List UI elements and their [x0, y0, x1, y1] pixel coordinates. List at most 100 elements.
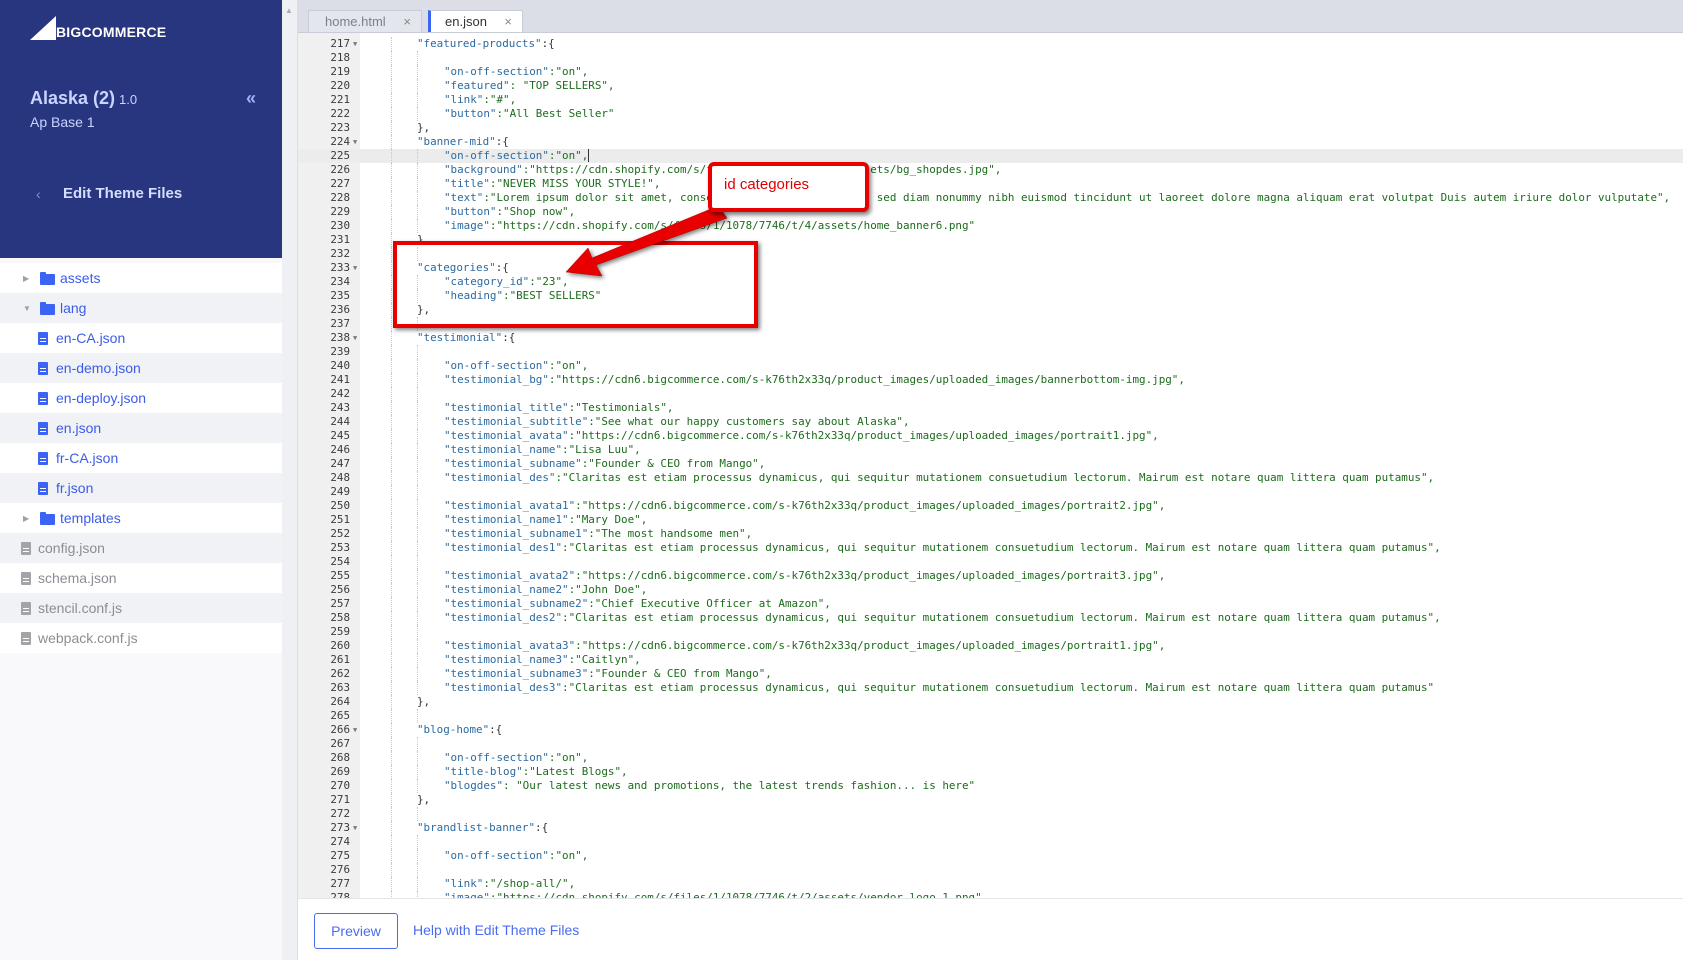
code-line[interactable]: 270 "blogdes": "Our latest news and promo… — [298, 779, 1683, 793]
code-line[interactable]: 255 "testimonial_avata2":"https://cdn6.bi… — [298, 569, 1683, 583]
code-line[interactable]: 254 — [298, 555, 1683, 569]
code-line[interactable]: 262 "testimonial_subname3":"Founder & CEO… — [298, 667, 1683, 681]
code-line[interactable]: 276 — [298, 863, 1683, 877]
code-line[interactable]: 218 — [298, 51, 1683, 65]
bigcommerce-logo[interactable]: BIGCOMMERCE — [30, 16, 190, 44]
code-line[interactable]: 274 — [298, 835, 1683, 849]
code-line[interactable]: 224 ▼ "banner-mid":{ — [298, 135, 1683, 149]
section-title[interactable]: Edit Theme Files — [63, 185, 182, 202]
line-number: 256 — [330, 583, 350, 596]
code-line[interactable]: 245 "testimonial_avata":"https://cdn6.big… — [298, 429, 1683, 443]
scroll-strip[interactable]: ▲ — [282, 0, 298, 960]
help-link[interactable]: Help with Edit Theme Files — [413, 922, 579, 938]
code-line[interactable]: 267 — [298, 737, 1683, 751]
fold-arrow-icon[interactable]: ▼ — [353, 331, 357, 345]
tree-item[interactable]: en-deploy.json — [0, 383, 282, 413]
fold-arrow-icon[interactable]: ▼ — [353, 261, 357, 275]
tree-item[interactable]: schema.json — [0, 563, 282, 593]
file-icon — [38, 362, 48, 375]
code-line[interactable]: 266 ▼ "blog-home":{ — [298, 723, 1683, 737]
code-line[interactable]: 263 "testimonial_des3":"Claritas est etia… — [298, 681, 1683, 695]
code-line[interactable]: 246 "testimonial_name":"Lisa Luu", — [298, 443, 1683, 457]
code-line[interactable]: 230 "image":"https://cdn.shopify.com/s/fi… — [298, 219, 1683, 233]
code-line[interactable]: 219 "on-off-section":"on", — [298, 65, 1683, 79]
back-chevron-icon[interactable]: ‹ — [36, 186, 41, 202]
tree-item[interactable]: en-demo.json — [0, 353, 282, 383]
json-key: "title-blog" — [444, 765, 523, 778]
code-line[interactable]: 278 "image":"https://cdn.shopify.com/s/fi… — [298, 891, 1683, 898]
caret-right-icon[interactable]: ▶ — [23, 274, 29, 283]
code-line[interactable]: 247 "testimonial_subname":"Founder & CEO … — [298, 457, 1683, 471]
caret-down-icon[interactable]: ▼ — [23, 304, 31, 313]
json-value: :"/shop-all/", — [483, 877, 576, 890]
code-line[interactable]: 252 "testimonial_subname1":"The most hand… — [298, 527, 1683, 541]
line-number: 226 — [330, 163, 350, 176]
fold-arrow-icon[interactable]: ▼ — [353, 37, 357, 51]
code-line[interactable]: 265 — [298, 709, 1683, 723]
code-line[interactable]: 264}, — [298, 695, 1683, 709]
code-line[interactable]: 229 "button":"Shop now", — [298, 205, 1683, 219]
code-line[interactable]: 273 ▼ "brandlist-banner":{ — [298, 821, 1683, 835]
code-line[interactable]: 251 "testimonial_name1":"Mary Doe", — [298, 513, 1683, 527]
code-line[interactable]: 253 "testimonial_des1":"Claritas est etia… — [298, 541, 1683, 555]
tree-item[interactable]: fr.json — [0, 473, 282, 503]
fold-arrow-icon[interactable]: ▼ — [353, 135, 357, 149]
code-line[interactable]: 225 "on-off-section":"on", — [298, 149, 1683, 163]
code-line[interactable]: 220 "featured": "TOP SELLERS", — [298, 79, 1683, 93]
indent-guide — [391, 555, 392, 569]
code-line[interactable]: 260 "testimonial_avata3":"https://cdn6.bi… — [298, 639, 1683, 653]
code-line[interactable]: 258 "testimonial_des2":"Claritas est etia… — [298, 611, 1683, 625]
code-line[interactable]: 223}, — [298, 121, 1683, 135]
code-line[interactable]: 271}, — [298, 793, 1683, 807]
fold-arrow-icon[interactable]: ▼ — [353, 821, 357, 835]
code-line[interactable]: 244 "testimonial_subtitle":"See what our … — [298, 415, 1683, 429]
indent-guide — [391, 219, 392, 233]
code-line[interactable]: 272 — [298, 807, 1683, 821]
code-line[interactable]: 221 "link":"#", — [298, 93, 1683, 107]
tree-item[interactable]: webpack.conf.js — [0, 623, 282, 653]
code-line[interactable]: 241 "testimonial_bg":"https://cdn6.bigcom… — [298, 373, 1683, 387]
tree-item[interactable]: fr-CA.json — [0, 443, 282, 473]
code-line[interactable]: 238 ▼ "testimonial":{ — [298, 331, 1683, 345]
tree-item[interactable]: ▼ lang — [0, 293, 282, 323]
tree-item[interactable]: stencil.conf.js — [0, 593, 282, 623]
close-icon[interactable]: × — [504, 14, 512, 29]
code-line[interactable]: 259 — [298, 625, 1683, 639]
code-line[interactable]: 239 — [298, 345, 1683, 359]
code-line[interactable]: 222 "button":"All Best Seller" — [298, 107, 1683, 121]
code-line[interactable]: 249 — [298, 485, 1683, 499]
preview-button[interactable]: Preview — [314, 913, 398, 949]
code-line[interactable]: 242 — [298, 387, 1683, 401]
code-line[interactable]: 240 "on-off-section":"on", — [298, 359, 1683, 373]
indent-guide — [417, 569, 418, 583]
code-line[interactable]: 268 "on-off-section":"on", — [298, 751, 1683, 765]
code-line[interactable]: 226"background":"https://cdn.shopify.com… — [298, 163, 1683, 177]
tree-item[interactable]: ▶ assets — [0, 263, 282, 293]
code-line[interactable]: 256 "testimonial_name2":"John Doe", — [298, 583, 1683, 597]
code-line[interactable]: 248 "testimonial_des":"Claritas est etiam… — [298, 471, 1683, 485]
code-line[interactable]: 261 "testimonial_name3":"Caitlyn", — [298, 653, 1683, 667]
collapse-sidebar-icon[interactable]: « — [246, 88, 256, 109]
code-line[interactable]: 250 "testimonial_avata1":"https://cdn6.bi… — [298, 499, 1683, 513]
caret-right-icon[interactable]: ▶ — [23, 514, 29, 523]
code-editor[interactable]: 217 ▼ "featured-products":{218 219 "on-off-s… — [298, 33, 1683, 898]
tab-en-json[interactable]: en.json × — [428, 10, 523, 32]
tree-item[interactable]: en.json — [0, 413, 282, 443]
tree-item[interactable]: en-CA.json — [0, 323, 282, 353]
code-line[interactable]: 257 "testimonial_subname2":"Chief Executi… — [298, 597, 1683, 611]
tree-item[interactable]: config.json — [0, 533, 282, 563]
code-line[interactable]: 228 "text":"Lorem ipsum dolor sit amet, c… — [298, 191, 1683, 205]
code-line[interactable]: 243 "testimonial_title":"Testimonials", — [298, 401, 1683, 415]
tree-item[interactable]: ▶ templates — [0, 503, 282, 533]
scroll-up-icon[interactable]: ▲ — [285, 6, 293, 15]
indent-guide — [391, 205, 392, 219]
code-line[interactable]: 277 "link":"/shop-all/", — [298, 877, 1683, 891]
close-icon[interactable]: × — [403, 14, 411, 29]
fold-arrow-icon[interactable]: ▼ — [353, 723, 357, 737]
json-value: :"Claritas est etiam processus dynamicus… — [562, 611, 1441, 624]
code-line[interactable]: 227 "title":"NEVER MISS YOUR STYLE!", — [298, 177, 1683, 191]
code-line[interactable]: 275 "on-off-section":"on", — [298, 849, 1683, 863]
code-line[interactable]: 217 ▼ "featured-products":{ — [298, 37, 1683, 51]
tab-home-html[interactable]: home.html × — [308, 10, 422, 32]
code-line[interactable]: 269 "title-blog":"Latest Blogs", — [298, 765, 1683, 779]
